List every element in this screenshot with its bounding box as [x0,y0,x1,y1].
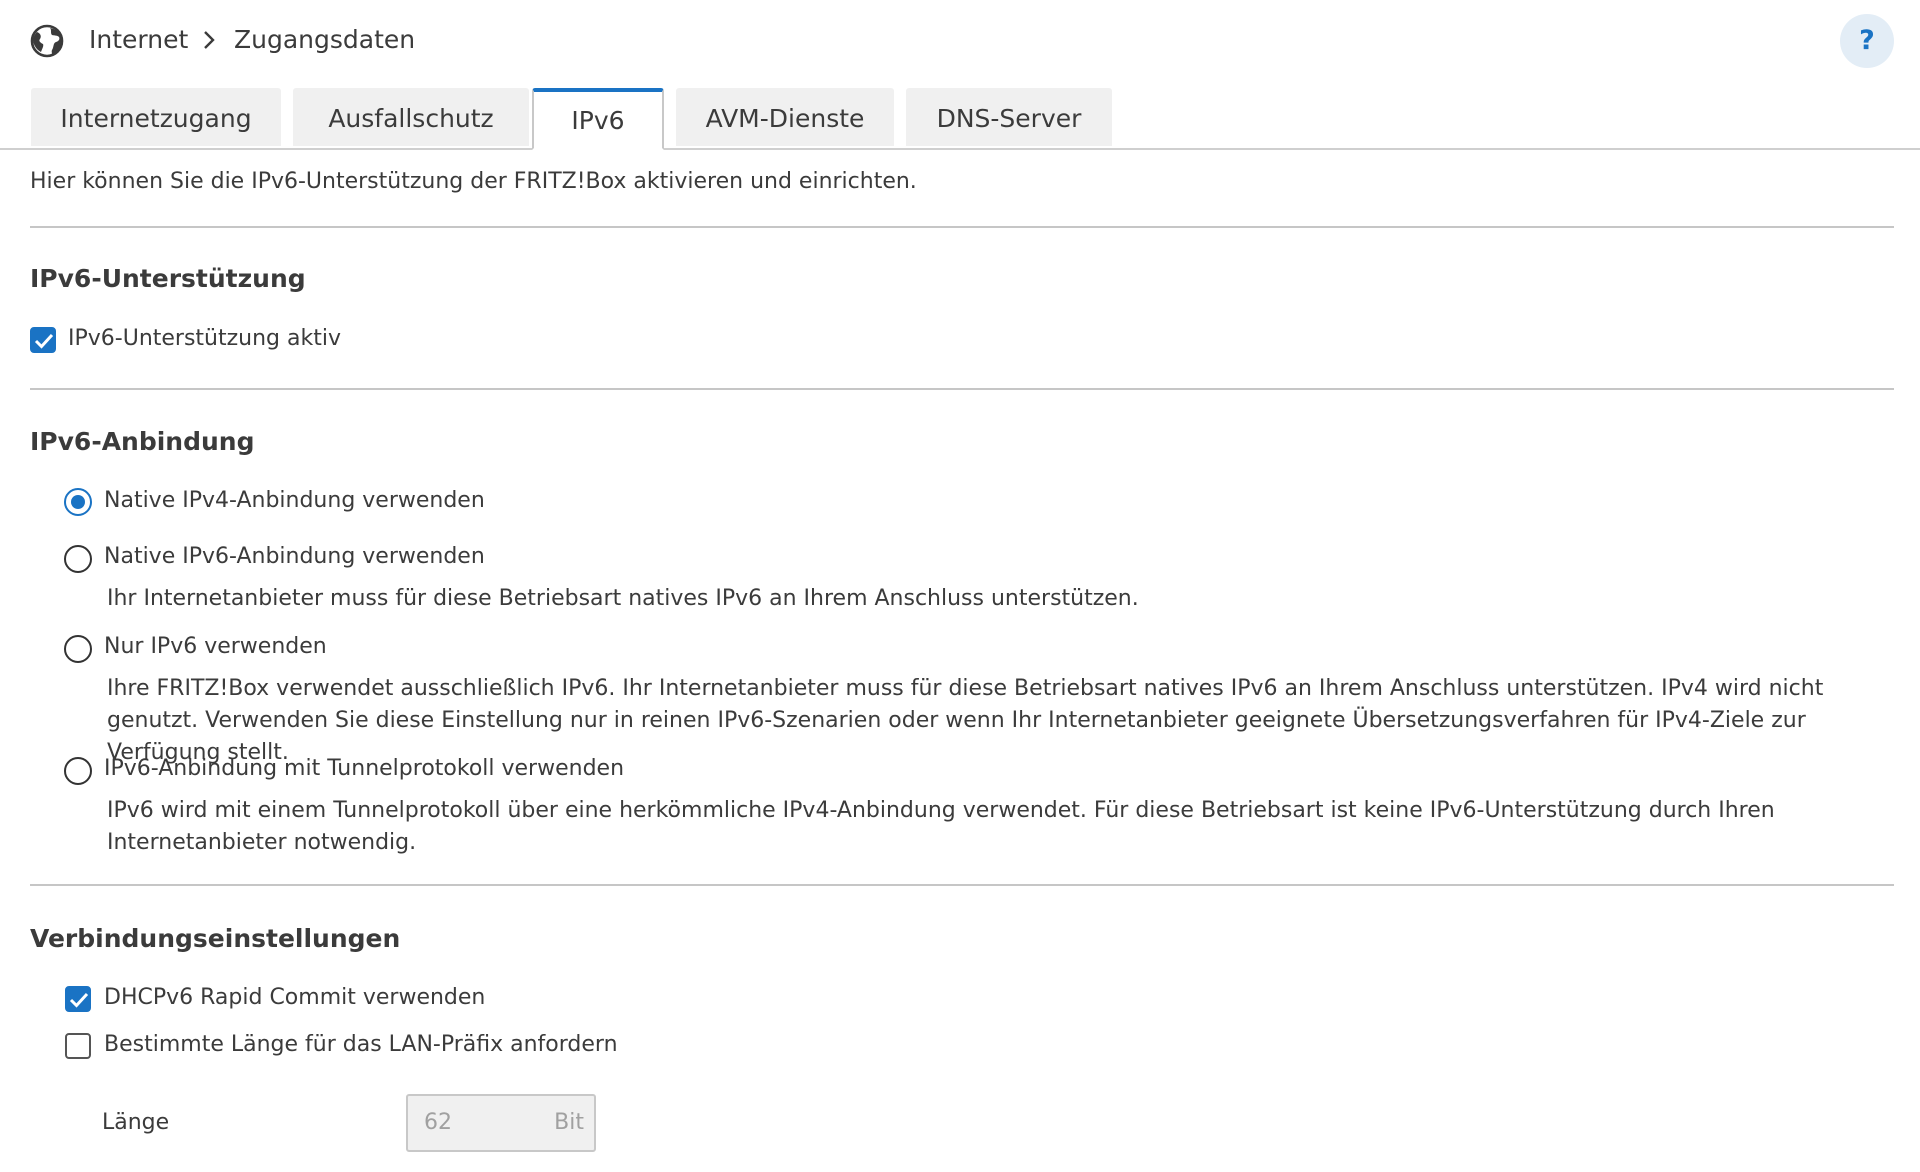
radio-selected-dot [71,495,85,509]
length-unit: Bit [554,1110,584,1135]
section-title-ipv6-support: IPv6-Unterstützung [30,264,306,293]
ipv6-support-label: IPv6-Unterstützung aktiv [68,326,341,351]
tab-dns-server[interactable]: DNS-Server [906,88,1112,146]
rapid-commit-checkbox[interactable] [65,986,91,1012]
chevron-right-icon [204,31,215,49]
globe-icon [30,24,64,58]
radio-tunnel-protocol-description: IPv6 wird mit einem Tunnelprotokoll über… [107,798,1775,855]
prefix-length-checkbox[interactable] [65,1033,91,1059]
radio-native-ipv6-label: Native IPv6-Anbindung verwenden [104,544,485,569]
radio-native-ipv4-label: Native IPv4-Anbindung verwenden [104,488,485,513]
length-value: 62 [424,1110,452,1135]
rapid-commit-label: DHCPv6 Rapid Commit verwenden [104,985,486,1010]
radio-native-ipv6[interactable] [64,545,92,573]
intro-text: Hier können Sie die IPv6-Unterstützung d… [30,169,917,194]
header: Internet Zugangsdaten ? [0,0,1920,84]
radio-only-ipv6[interactable] [64,635,92,663]
ipv6-support-checkbox[interactable] [30,327,56,353]
checkmark-icon [69,992,89,1008]
tab-ipv6[interactable]: IPv6 [532,88,664,150]
section-title-ipv6-connection: IPv6-Anbindung [30,427,255,456]
breadcrumb-internet[interactable]: Internet [89,23,188,57]
radio-native-ipv4[interactable] [64,488,92,516]
breadcrumb-zugangsdaten: Zugangsdaten [234,25,416,54]
divider [30,226,1894,228]
prefix-length-label: Bestimmte Länge für das LAN-Präfix anfor… [104,1032,618,1057]
radio-tunnel-protocol-label: IPv6-Anbindung mit Tunnelprotokoll verwe… [104,756,625,781]
tab-ausfallschutz[interactable]: Ausfallschutz [293,88,529,146]
tab-bar: Internetzugang Ausfallschutz IPv6 AVM-Di… [0,88,1920,150]
page: Internet Zugangsdaten ? Internetzugang A… [0,0,1920,1172]
tab-internetzugang[interactable]: Internetzugang [31,88,281,146]
radio-only-ipv6-description: Ihre FRITZ!Box verwendet ausschließlich … [107,676,1824,765]
help-button[interactable]: ? [1840,14,1894,68]
radio-native-ipv6-description: Ihr Internetanbieter muss für diese Betr… [107,586,1139,611]
section-title-connection-settings: Verbindungseinstellungen [30,924,401,953]
divider [30,388,1894,390]
divider [30,884,1894,886]
checkmark-icon [34,333,54,349]
radio-only-ipv6-label: Nur IPv6 verwenden [104,634,327,659]
radio-tunnel-protocol[interactable] [64,757,92,785]
length-input[interactable]: 62 Bit [406,1094,596,1152]
tab-avm-dienste[interactable]: AVM-Dienste [676,88,894,146]
length-label: Länge [102,1110,170,1135]
